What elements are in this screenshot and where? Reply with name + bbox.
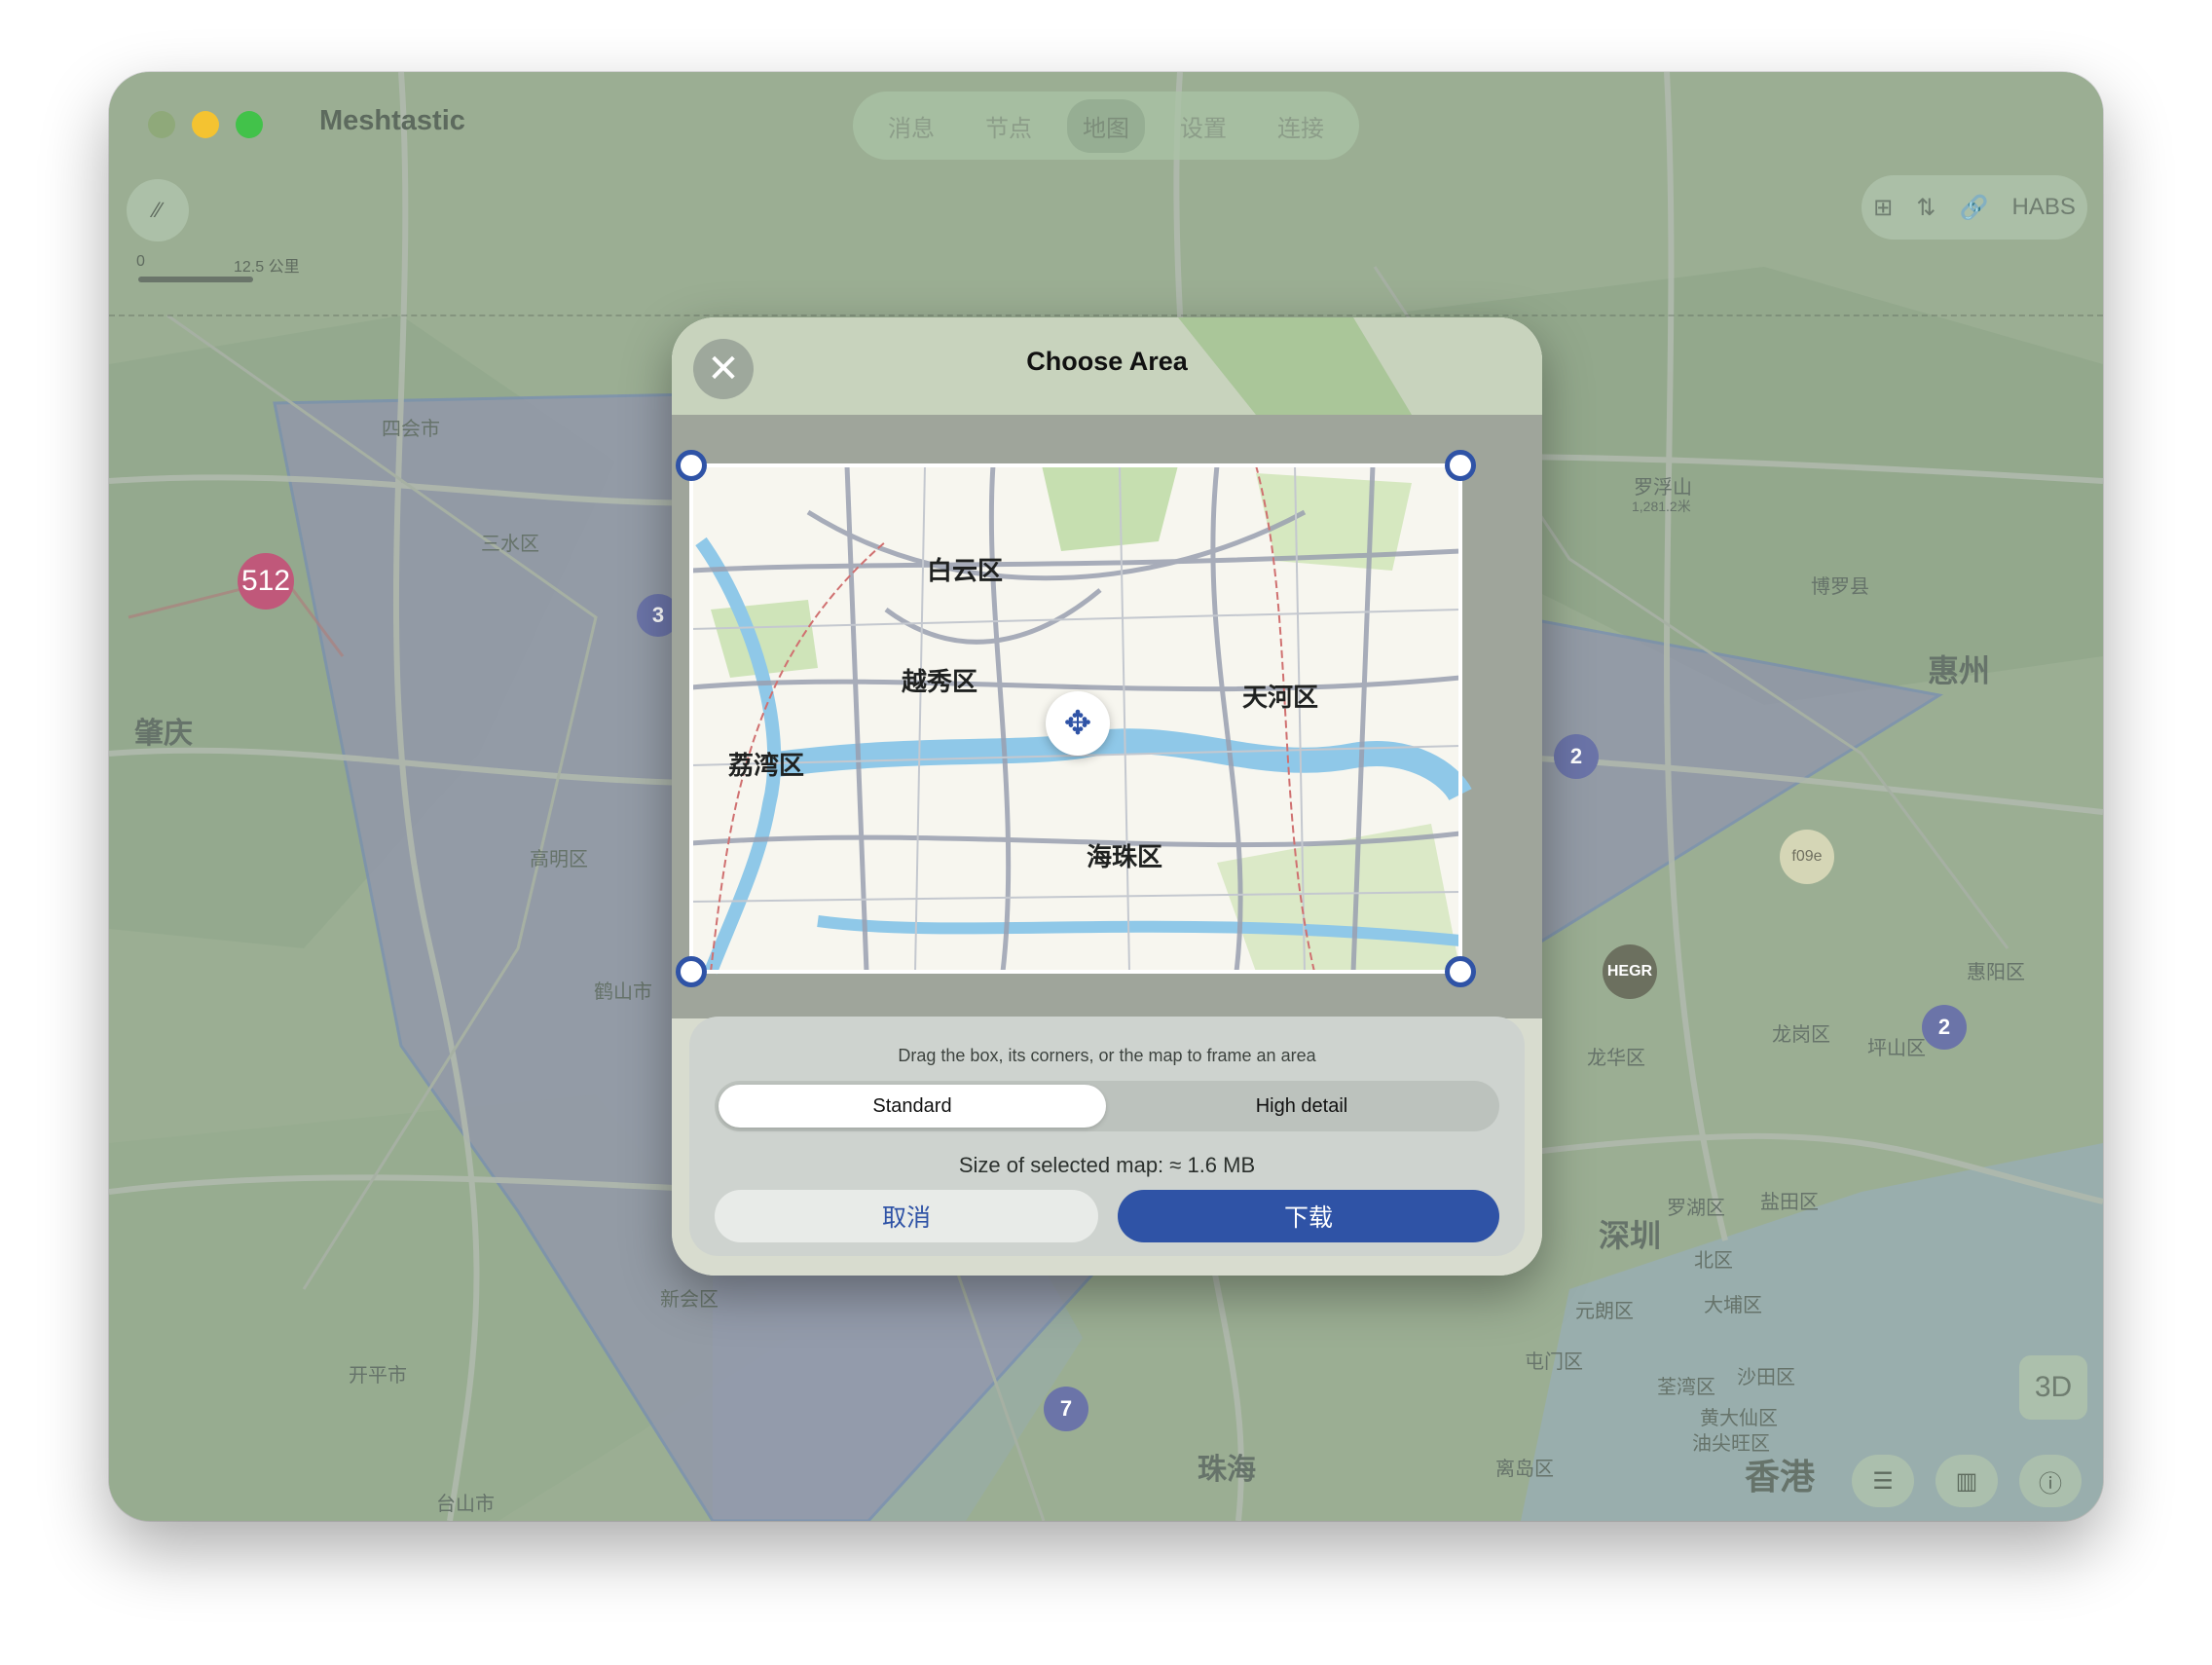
app-window: 四会市 三水区 肇庆 高明区 鹤山市 新会区 开平市 台山市 珠海 罗浮山 1,… [109, 72, 2103, 1521]
node-cluster[interactable]: 512 [238, 553, 294, 610]
tab-messages[interactable]: 消息 [872, 99, 950, 153]
map-label: 龙华区 [1587, 1048, 1645, 1069]
tab-nodes[interactable]: 节点 [970, 99, 1048, 153]
map-label: 深圳 [1599, 1218, 1662, 1253]
window-minimize-button[interactable] [192, 111, 219, 138]
3d-toggle-button[interactable]: 3D [2019, 1355, 2087, 1420]
tab-map[interactable]: 地图 [1067, 98, 1145, 153]
scale-line [138, 277, 253, 282]
map-label: 离岛区 [1495, 1459, 1554, 1480]
dialog-title: Choose Area [1026, 347, 1188, 376]
chart-line-icon: ⁄∕ [154, 198, 162, 222]
map-label: 元朗区 [1575, 1301, 1634, 1322]
segment-high-detail[interactable]: High detail [1108, 1085, 1495, 1128]
map-label: 四会市 [382, 419, 440, 440]
corner-handle-top-left[interactable] [676, 450, 707, 481]
corner-handle-bottom-right[interactable] [1445, 956, 1476, 987]
map-label: 屯门区 [1525, 1351, 1583, 1373]
choose-area-dialog: Choose Area ✕ 白云区 越秀区 天河区 荔湾区 海珠区 ✥ Drag… [672, 317, 1542, 1276]
route-label[interactable]: HABS [2012, 194, 2076, 221]
info-button[interactable]: ⓘ [2019, 1455, 2082, 1507]
map-label: 罗湖区 [1667, 1198, 1725, 1219]
map-label: 惠阳区 [1967, 962, 2025, 983]
map-toolbar: ⊞ ⇅ 🔗 HABS [1862, 175, 2087, 240]
filter-button[interactable]: ☰ [1852, 1455, 1914, 1507]
tab-bar: 消息 节点 地图 设置 连接 [853, 92, 1359, 160]
filter-icon: ☰ [1872, 1467, 1894, 1495]
map-label: 惠州 [1928, 653, 1991, 688]
corner-handle-top-right[interactable] [1445, 450, 1476, 481]
link-icon[interactable]: 🔗 [1960, 194, 1989, 222]
close-icon: ✕ [707, 348, 740, 390]
map-label: 香港 [1745, 1457, 1816, 1497]
district-label: 越秀区 [902, 667, 978, 696]
map-label: 沙田区 [1737, 1367, 1795, 1388]
map-icon: ▥ [1955, 1467, 1978, 1495]
window-zoom-button[interactable] [236, 111, 263, 138]
district-label: 海珠区 [1087, 842, 1163, 871]
cancel-button[interactable]: 取消 [715, 1190, 1098, 1242]
map-label: 三水区 [481, 534, 539, 555]
district-label: 天河区 [1242, 683, 1319, 712]
node-cluster[interactable]: 2 [1922, 1005, 1967, 1050]
download-sheet: Drag the box, its corners, or the map to… [689, 1017, 1525, 1256]
map-label: 开平市 [349, 1365, 407, 1387]
map-label: 黄大仙区 [1700, 1408, 1778, 1429]
move-selection-button[interactable]: ✥ [1046, 691, 1110, 756]
scale-zero: 0 [136, 253, 145, 270]
dashed-divider [109, 314, 2103, 316]
download-button[interactable]: 下载 [1118, 1190, 1499, 1242]
corner-handle-bottom-left[interactable] [676, 956, 707, 987]
map-label: 台山市 [436, 1494, 495, 1515]
add-waypoint-icon[interactable]: ⊞ [1873, 194, 1893, 222]
map-label: 盐田区 [1760, 1192, 1819, 1213]
detail-segmented-control: Standard High detail [715, 1081, 1499, 1131]
map-style-button[interactable]: ▥ [1936, 1455, 1998, 1507]
map-label: 珠海 [1198, 1454, 1256, 1486]
info-icon: ⓘ [2039, 1470, 2062, 1498]
node-cluster[interactable]: 2 [1554, 734, 1599, 779]
map-label: 鹤山市 [594, 981, 652, 1003]
map-label: 1,281.2米 [1632, 499, 1691, 514]
close-button[interactable]: ✕ [693, 339, 754, 399]
sort-icon[interactable]: ⇅ [1916, 194, 1936, 222]
scale-distance: 12.5 公里 [234, 259, 300, 276]
node-cluster[interactable]: 7 [1044, 1387, 1088, 1431]
map-label: 罗浮山 [1634, 477, 1692, 499]
map-label: 龙岗区 [1772, 1024, 1830, 1046]
tab-settings[interactable]: 设置 [1164, 99, 1242, 153]
segment-standard[interactable]: Standard [719, 1085, 1106, 1128]
map-size-text: Size of selected map: ≈ 1.6 MB [958, 1153, 1256, 1177]
map-label: 博罗县 [1811, 576, 1869, 598]
move-arrows-icon: ✥ [1063, 705, 1092, 742]
map-label: 大埔区 [1704, 1295, 1762, 1316]
map-label: 肇庆 [134, 718, 193, 750]
map-label: 新会区 [660, 1289, 719, 1311]
location-arrow-button[interactable]: ⁄∕ [127, 179, 189, 241]
map-label: 北区 [1694, 1250, 1733, 1272]
district-label: 荔湾区 [728, 751, 805, 780]
map-label: 高明区 [530, 849, 588, 870]
district-label: 白云区 [927, 556, 1004, 585]
window-close-button[interactable] [148, 111, 175, 138]
tab-connect[interactable]: 连接 [1262, 99, 1340, 153]
app-title: Meshtastic [319, 105, 465, 136]
map-label: 坪山区 [1867, 1038, 1926, 1059]
map-label: 荃湾区 [1657, 1377, 1715, 1398]
node-marker[interactable]: f09e [1780, 830, 1834, 884]
instruction-text: Drag the box, its corners, or the map to… [898, 1046, 1316, 1065]
node-marker[interactable]: HEGR [1603, 944, 1657, 999]
